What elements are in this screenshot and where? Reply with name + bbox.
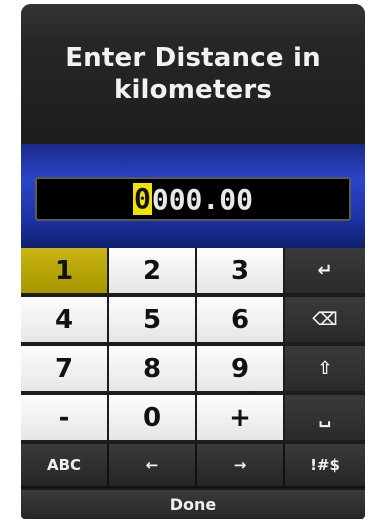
key-4[interactable]: 4 <box>21 297 109 342</box>
abc-mode-key[interactable]: ABC <box>21 444 109 486</box>
page-title: Enter Distance in kilometers <box>65 43 321 105</box>
key-9[interactable]: 9 <box>197 346 285 391</box>
entry-remaining-digits: 000.00 <box>151 182 253 216</box>
header: Enter Distance in kilometers <box>21 4 365 144</box>
enter-icon: ↵ <box>317 260 333 281</box>
space-icon: ␣ <box>318 407 332 428</box>
entry-cursor-digit: 0 <box>132 182 152 215</box>
key-minus[interactable]: - <box>21 395 109 440</box>
space-key[interactable]: ␣ <box>285 395 365 440</box>
cursor-left-key[interactable]: ← <box>109 444 197 486</box>
backspace-key[interactable]: ⌫ <box>285 297 365 342</box>
key-2[interactable]: 2 <box>109 248 197 293</box>
backspace-icon: ⌫ <box>312 309 338 330</box>
symbols-mode-key[interactable]: !#$ <box>285 444 365 486</box>
done-button[interactable]: Done <box>21 490 365 519</box>
keypad-row-1: 1 2 3 ↵ <box>21 248 365 295</box>
device-screen: Enter Distance in kilometers 0 000.00 1 2… <box>21 4 365 519</box>
key-3[interactable]: 3 <box>197 248 285 293</box>
shift-key[interactable]: ⇧ <box>285 346 365 391</box>
key-6[interactable]: 6 <box>197 297 285 342</box>
keypad-row-4: - 0 + ␣ <box>21 395 365 442</box>
enter-key[interactable]: ↵ <box>285 248 365 293</box>
key-8[interactable]: 8 <box>109 346 197 391</box>
keypad-row-2: 4 5 6 ⌫ <box>21 297 365 344</box>
entry-band: 0 000.00 <box>21 144 365 248</box>
key-plus[interactable]: + <box>197 395 285 440</box>
key-5[interactable]: 5 <box>109 297 197 342</box>
arrow-right-icon: → <box>233 456 247 474</box>
key-1[interactable]: 1 <box>21 248 109 293</box>
key-7[interactable]: 7 <box>21 346 109 391</box>
distance-entry-field[interactable]: 0 000.00 <box>35 177 351 221</box>
keypad-row-5: ABC ← → !#$ <box>21 444 365 488</box>
arrow-left-icon: ← <box>145 456 159 474</box>
cursor-right-key[interactable]: → <box>197 444 285 486</box>
key-0[interactable]: 0 <box>109 395 197 440</box>
keypad-row-3: 7 8 9 ⇧ <box>21 346 365 393</box>
shift-icon: ⇧ <box>317 358 333 379</box>
